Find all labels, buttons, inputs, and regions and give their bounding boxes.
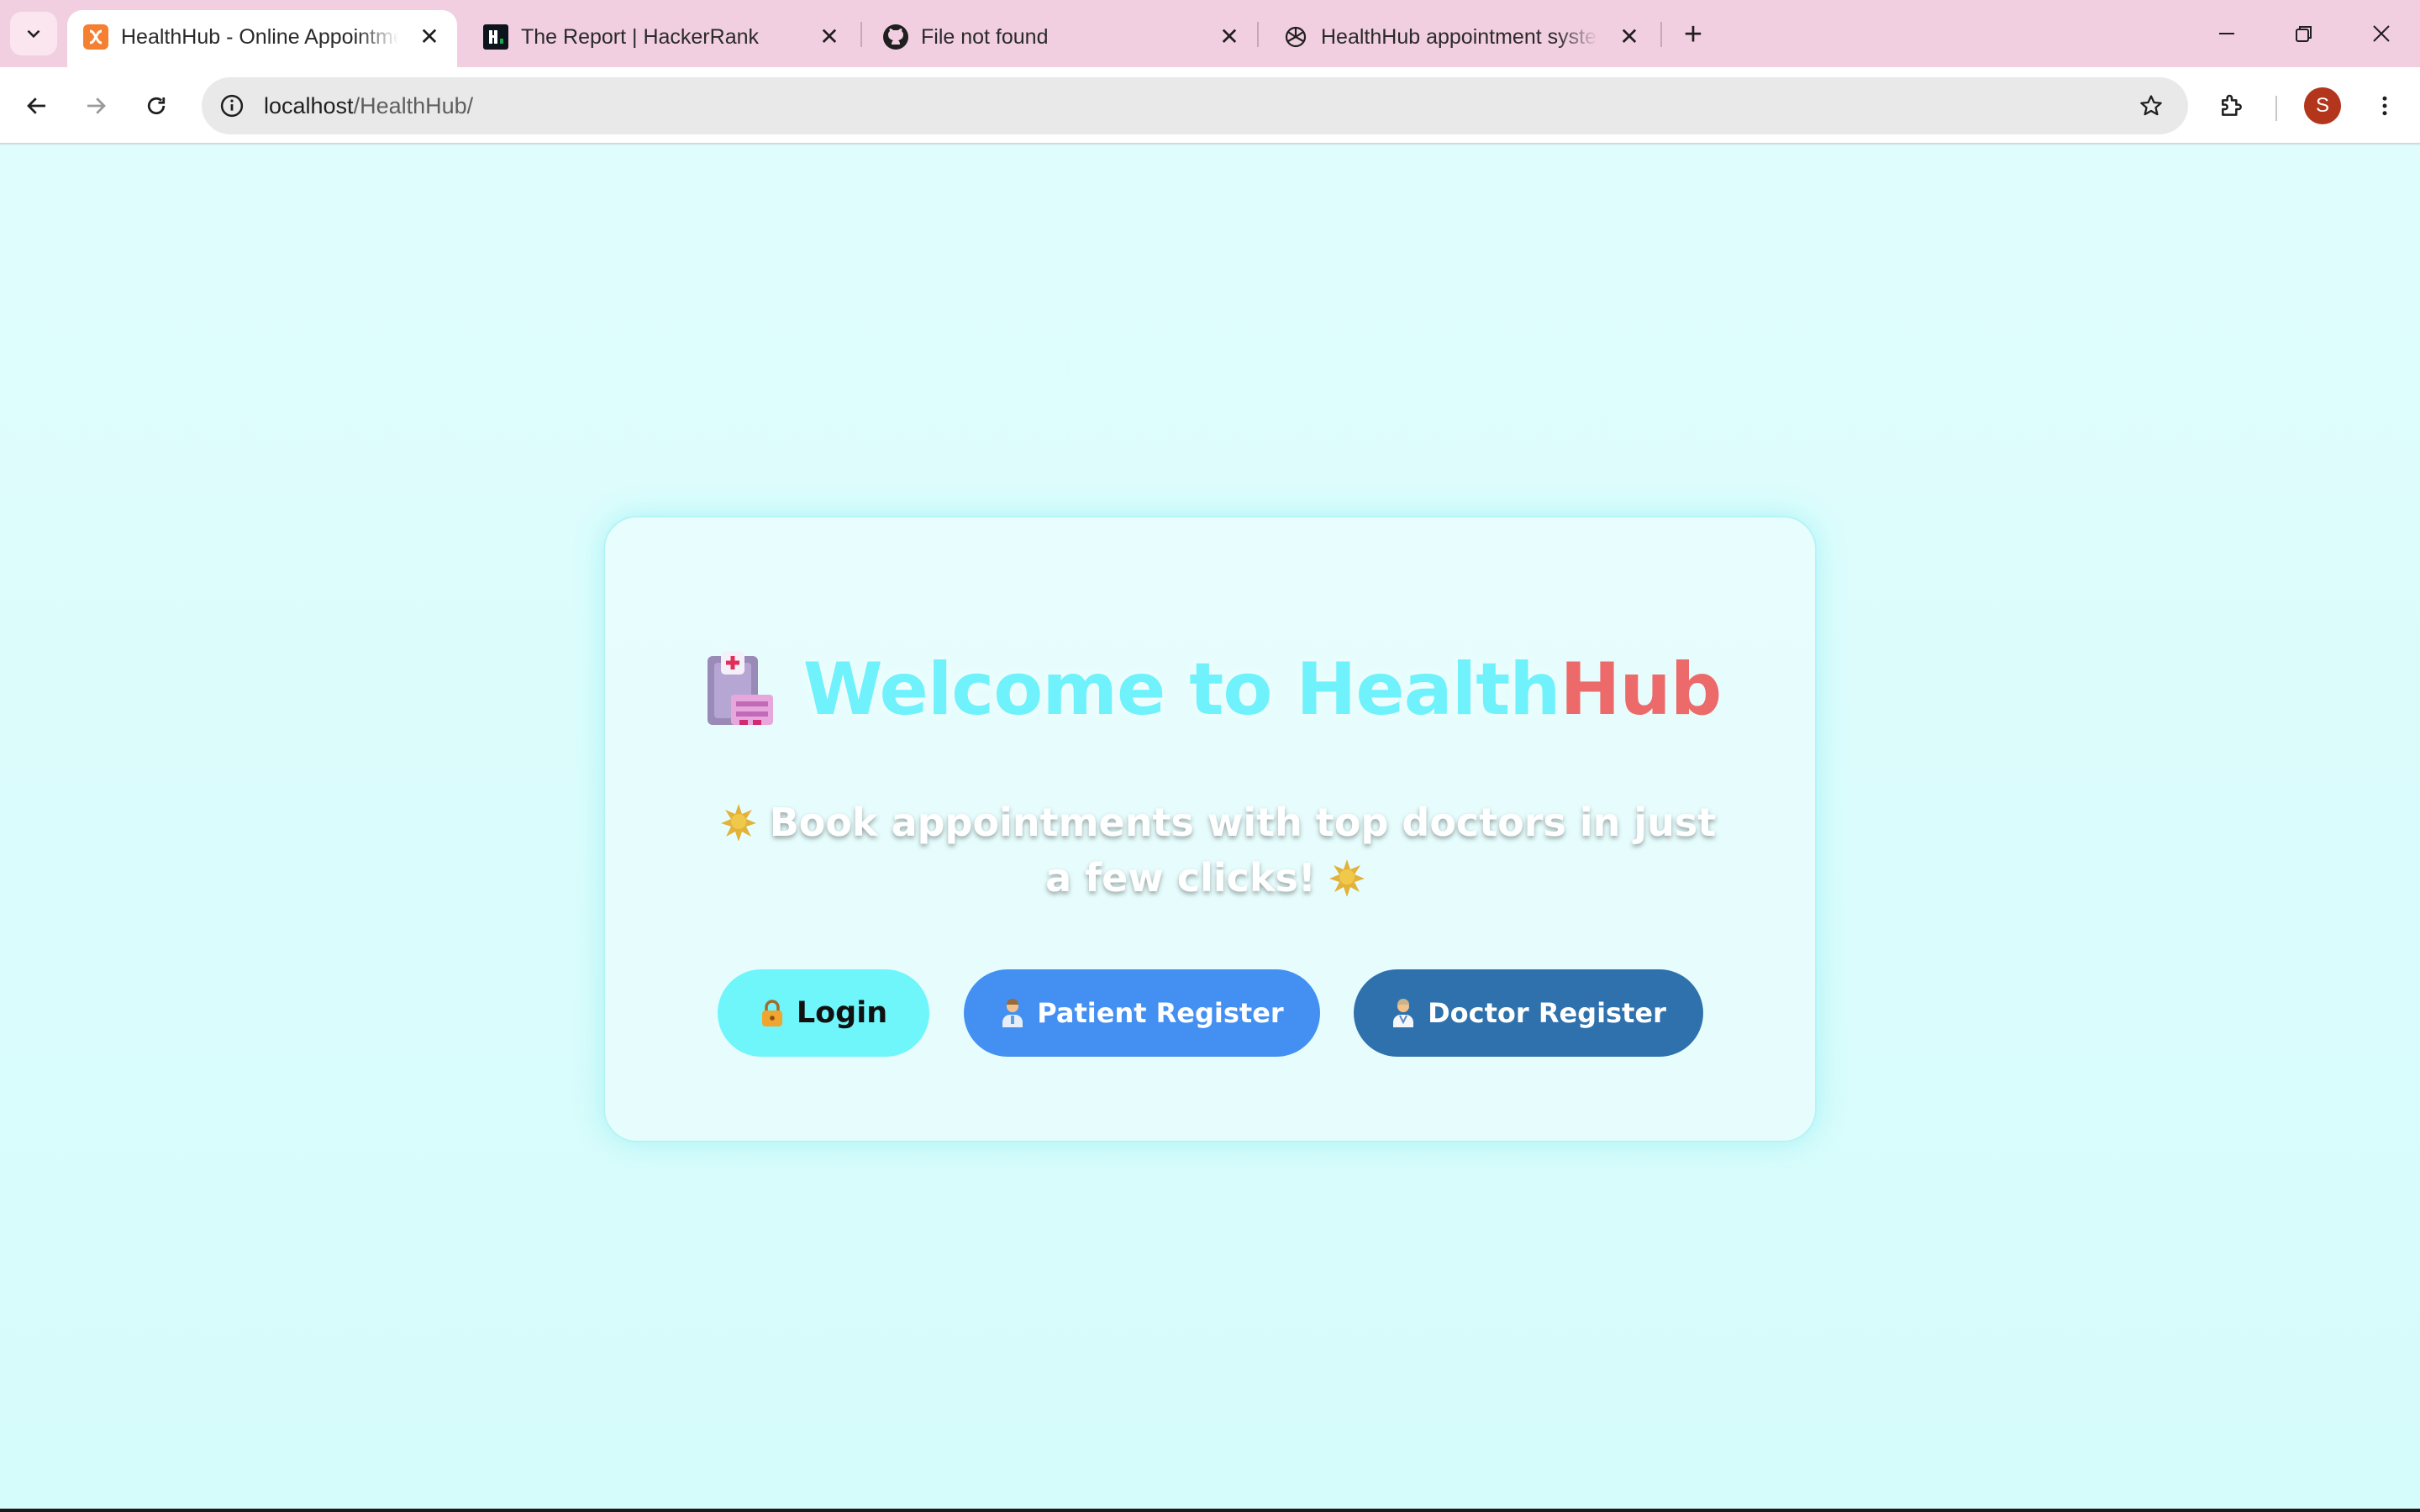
url-path: /HealthHub/ [353,93,474,118]
hospital-icon [707,651,773,725]
chatgpt-icon [1282,24,1309,50]
doctor-register-button[interactable]: Doctor Register [1354,969,1703,1057]
tab-title: HealthHub appointment system [1321,25,1598,49]
tab-title: HealthHub - Online Appointment [121,25,398,49]
close-icon [2373,25,2390,42]
site-info-icon[interactable] [213,87,250,124]
tab-separator [860,22,862,47]
lock-icon [761,1000,782,1026]
window-bottom-edge [0,1509,2420,1512]
tab-title: File not found [921,25,1049,49]
new-tab-button[interactable]: + [1672,13,1714,55]
reload-button[interactable] [134,84,178,128]
kebab-menu-icon [2382,96,2387,116]
forward-arrow-icon [87,97,106,114]
doctor-icon [1393,999,1414,1027]
close-tab-icon[interactable]: ✕ [415,22,444,50]
minimize-icon [2219,33,2234,34]
tab-separator [1257,22,1259,47]
close-window-button[interactable] [2348,8,2415,59]
page-title: Welcome to Health Hub [605,643,1818,736]
browser-toolbar: localhost/HealthHub/ [0,67,2420,144]
tab-separator [1660,22,1662,47]
patient-icon [1002,999,1023,1027]
toolbar-divider [2275,96,2277,121]
hackerrank-icon [482,24,509,50]
tab-strip: HealthHub - Online Appointment ✕ The Rep… [0,0,2420,67]
url-text[interactable]: localhost/HealthHub/ [264,91,473,121]
close-tab-icon[interactable]: ✕ [815,22,844,50]
extensions-button[interactable] [2210,84,2254,128]
login-label: Login [796,996,888,1030]
close-tab-icon[interactable]: ✕ [1615,22,1644,50]
welcome-card: Welcome to Health Hub Book appointments w… [603,516,1817,1142]
minimize-button[interactable] [2193,8,2260,59]
close-tab-icon[interactable]: ✕ [1215,22,1244,50]
reload-icon [147,97,166,115]
url-host: localhost [264,93,354,118]
restore-button[interactable] [2270,8,2338,59]
address-bar[interactable]: localhost/HealthHub/ [202,77,2188,134]
profile-avatar[interactable]: S [2304,87,2341,124]
bookmark-star-icon[interactable] [2133,87,2170,124]
patient-register-button[interactable]: Patient Register [964,969,1320,1057]
puzzle-icon [2222,94,2242,116]
back-arrow-icon [27,97,45,114]
doctor-register-label: Doctor Register [1428,997,1666,1029]
tab-healthhub[interactable]: HealthHub - Online Appointment ✕ [67,10,457,67]
tab-search-button[interactable] [10,12,57,55]
subtitle: Book appointments with top doctors in ju… [706,795,1718,906]
tab-chatgpt[interactable]: HealthHub appointment system ✕ [1267,10,1657,67]
tab-title: The Report | HackerRank [521,25,759,49]
tab-hackerrank[interactable]: The Report | HackerRank ✕ [467,10,857,67]
menu-button[interactable] [2363,84,2407,128]
title-main: Welcome to Health [802,648,1561,732]
patient-register-label: Patient Register [1037,997,1284,1029]
xampp-icon [82,24,109,50]
chevron-down-icon [27,29,40,39]
github-icon [882,24,909,50]
back-button[interactable] [15,84,59,128]
title-accent: Hub [1560,648,1723,732]
sparkle-icon [720,804,756,841]
page-body: Welcome to Health Hub Book appointments w… [0,146,2420,1512]
forward-button[interactable] [74,84,118,128]
restore-icon [2296,26,2312,42]
sparkle-icon [1328,859,1365,896]
tab-github[interactable]: File not found ✕ [867,10,1257,67]
subtitle-text: Book appointments with top doctors in ju… [769,800,1717,900]
login-button[interactable]: Login [718,969,929,1057]
